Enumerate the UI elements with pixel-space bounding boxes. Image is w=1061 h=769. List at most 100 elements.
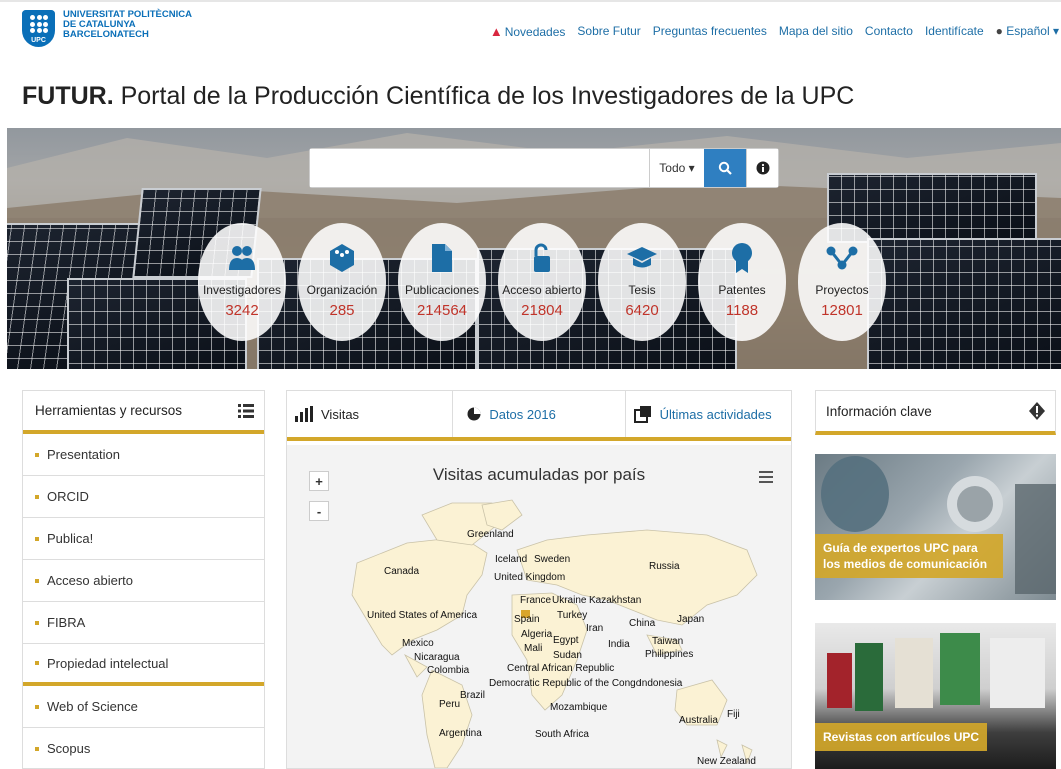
stat-patentes[interactable]: Patentes 1188 bbox=[698, 223, 786, 341]
language-label: Español bbox=[1006, 24, 1050, 38]
country-label: France bbox=[520, 595, 552, 606]
search-bar: Todo ▾ bbox=[309, 148, 779, 188]
stat-value: 6420 bbox=[625, 302, 659, 319]
tools-item-label: Propiedad intelectual bbox=[47, 655, 169, 671]
stat-value: 214564 bbox=[416, 302, 468, 319]
bullet-icon bbox=[35, 536, 39, 541]
experts-guide-card[interactable]: Guía de expertos UPC para los medios de … bbox=[815, 454, 1056, 600]
country-label: Kazakhstan bbox=[589, 595, 642, 606]
tools-item-acceso-abierto[interactable]: Acceso abierto bbox=[23, 560, 264, 602]
nav-mapa-del-sitio[interactable]: Mapa del sitio bbox=[779, 24, 853, 39]
stats-circles: Investigadores 3242 Organización 285 Pub… bbox=[198, 223, 886, 341]
country-label: Nicaragua bbox=[414, 652, 460, 663]
nav-sobre-futur[interactable]: Sobre Futur bbox=[577, 24, 640, 39]
tools-item-label: Presentation bbox=[47, 447, 120, 462]
country-label: Philippines bbox=[645, 649, 694, 660]
stats-tabs-panel: Visitas Datos 2016 Últimas actividades V… bbox=[286, 390, 792, 769]
country-label: Egypt bbox=[553, 635, 579, 646]
tools-item-presentation[interactable]: Presentation bbox=[23, 434, 264, 476]
organization-icon bbox=[330, 244, 354, 272]
key-info-panel: Información clave Guía de expertos UPC p… bbox=[815, 390, 1056, 769]
nav-identificate[interactable]: Identifícate bbox=[925, 24, 984, 39]
search-scope-select[interactable]: Todo ▾ bbox=[649, 149, 704, 187]
country-label: Canada bbox=[384, 566, 420, 577]
info-button[interactable] bbox=[746, 149, 778, 187]
country-label: Sweden bbox=[534, 554, 571, 565]
top-nav: ▲ Novedades Sobre Futur Preguntas frecuen… bbox=[490, 24, 1059, 39]
bullet-icon bbox=[35, 746, 39, 751]
info-icon bbox=[756, 161, 769, 175]
tools-item-label: FIBRA bbox=[47, 615, 86, 630]
tools-item-scopus[interactable]: Scopus bbox=[23, 728, 264, 769]
diamond-alert-icon[interactable] bbox=[1029, 402, 1045, 420]
stat-label: Proyectos bbox=[815, 283, 869, 297]
stat-value: 12801 bbox=[821, 302, 863, 319]
caret-down-icon: ▾ bbox=[1052, 24, 1059, 38]
warning-icon: ▲ bbox=[489, 24, 503, 39]
tools-item-propiedad-intelectual[interactable]: Propiedad intelectual bbox=[23, 644, 264, 686]
tools-item-web-of-science[interactable]: Web of Science bbox=[23, 686, 264, 728]
award-ribbon-icon bbox=[732, 243, 752, 273]
bullet-icon bbox=[35, 661, 39, 665]
page-title-rest: Portal de la Producción Científica de lo… bbox=[113, 82, 855, 110]
country-label: Central African Republic bbox=[507, 663, 615, 674]
country-label: Australia bbox=[679, 715, 718, 726]
journals-card[interactable]: Revistas con artículos UPC bbox=[815, 623, 1056, 769]
stat-label: Patentes bbox=[718, 283, 766, 297]
nav-contacto[interactable]: Contacto bbox=[865, 24, 913, 39]
tools-item-label: Web of Science bbox=[47, 699, 138, 714]
tab-datos-2016[interactable]: Datos 2016 bbox=[453, 391, 626, 437]
nav-preguntas-frecuentes[interactable]: Preguntas frecuentes bbox=[653, 24, 767, 39]
researchers-icon bbox=[229, 246, 255, 270]
country-label: Fiji bbox=[727, 709, 740, 720]
list-icon[interactable] bbox=[238, 403, 254, 418]
bullet-icon bbox=[35, 620, 39, 625]
country-label: Mali bbox=[524, 643, 543, 654]
bar-chart-icon bbox=[295, 406, 313, 422]
bullet-icon bbox=[35, 704, 39, 709]
stat-value: 1188 bbox=[725, 302, 759, 319]
stat-proyectos[interactable]: Proyectos 12801 bbox=[798, 223, 886, 341]
stat-organizacion[interactable]: Organización 285 bbox=[298, 223, 386, 341]
tools-panel: Herramientas y recursos Presentation ORC… bbox=[22, 390, 265, 769]
upc-badge: UPC bbox=[22, 10, 55, 47]
search-input[interactable] bbox=[310, 149, 649, 187]
experts-guide-label: Guía de expertos UPC para los medios de … bbox=[815, 534, 1003, 578]
country-label: New Zealand bbox=[697, 756, 756, 767]
solar-panel bbox=[867, 238, 1061, 369]
caret-down-icon: ▾ bbox=[688, 161, 695, 175]
stat-label: Tesis bbox=[628, 283, 656, 297]
stat-value: 3242 bbox=[225, 302, 259, 319]
tools-item-fibra[interactable]: FIBRA bbox=[23, 602, 264, 644]
tab-label: Datos 2016 bbox=[489, 406, 556, 422]
search-button[interactable] bbox=[704, 149, 746, 187]
search-scope-label: Todo bbox=[659, 161, 686, 175]
country-label: South Africa bbox=[535, 729, 589, 740]
stat-investigadores[interactable]: Investigadores 3242 bbox=[198, 223, 286, 341]
world-map[interactable]: Visitas acumuladas por país + - Greenlan… bbox=[287, 445, 791, 768]
tab-label: Últimas actividades bbox=[659, 406, 772, 422]
logo-line-3: BARCELONATECH bbox=[63, 29, 149, 40]
tools-item-orcid[interactable]: ORCID bbox=[23, 476, 264, 518]
tab-ultimas-actividades[interactable]: Últimas actividades bbox=[626, 391, 791, 437]
country-label: Mozambique bbox=[550, 702, 608, 713]
nav-language[interactable]: ● Español ▾ bbox=[996, 24, 1059, 39]
stat-publicaciones[interactable]: Publicaciones 214564 bbox=[398, 223, 486, 341]
tab-visitas[interactable]: Visitas bbox=[287, 391, 454, 437]
open-lock-icon bbox=[534, 243, 550, 272]
stat-tesis[interactable]: Tesis 6420 bbox=[598, 223, 686, 341]
bullet-icon bbox=[35, 452, 39, 457]
upc-logo[interactable]: UPC UNIVERSITAT POLITÈCNICA DE CATALUNYA… bbox=[22, 10, 192, 47]
activity-icon bbox=[633, 406, 651, 423]
nav-novedades[interactable]: ▲ Novedades bbox=[490, 24, 566, 39]
stat-label: Investigadores bbox=[202, 283, 282, 297]
bullet-icon bbox=[35, 578, 39, 583]
stat-label: Acceso abierto bbox=[502, 283, 582, 297]
country-label: Taiwan bbox=[652, 636, 684, 647]
country-label: Algeria bbox=[521, 629, 553, 640]
stat-acceso-abierto[interactable]: Acceso abierto 21804 bbox=[498, 223, 586, 341]
tab-label: Visitas bbox=[321, 406, 360, 422]
country-label: India bbox=[608, 639, 630, 650]
tools-item-publica[interactable]: Publica! bbox=[23, 518, 264, 560]
stat-label: Organización bbox=[306, 283, 378, 297]
